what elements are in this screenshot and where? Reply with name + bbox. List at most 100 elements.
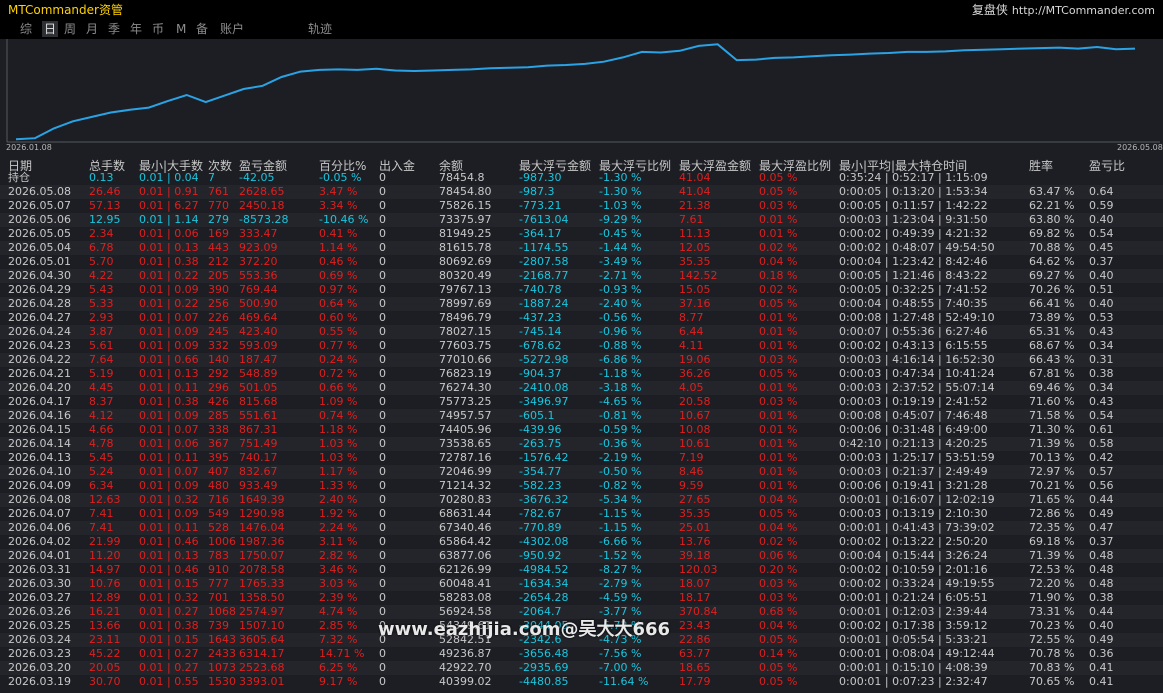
table-row[interactable]: 2026.05.06 12.95 0.01 | 1.14 279 -8573.28 -10… bbox=[0, 213, 1163, 227]
cell-maxloss-pct: -3.49 % bbox=[599, 255, 642, 268]
cell-balance: 72046.99 bbox=[439, 465, 492, 478]
cell-maxgain-pct: 0.03 % bbox=[759, 353, 798, 366]
table-row[interactable]: 2026.04.16 4.12 0.01 | 0.09 285 551.61 0.74 %… bbox=[0, 409, 1163, 423]
table-row[interactable]: 2026.04.21 5.19 0.01 | 0.13 292 548.89 0.72 %… bbox=[0, 367, 1163, 381]
cell-maxloss: -4302.08 bbox=[519, 535, 569, 548]
table-row[interactable]: 2026.04.27 2.93 0.01 | 0.07 226 469.64 0.60 %… bbox=[0, 311, 1163, 325]
tab-0[interactable]: 综 bbox=[20, 21, 32, 37]
cell-pct: 1.03 % bbox=[319, 437, 358, 450]
cell-maxgain: 41.04 bbox=[679, 185, 711, 198]
table-row[interactable]: 2026.04.06 7.41 0.01 | 0.11 528 1476.04 2.24 … bbox=[0, 521, 1163, 535]
cell-maxgain: 27.65 bbox=[679, 493, 711, 506]
cell-maxloss: -2654.28 bbox=[519, 591, 569, 604]
cell-maxgain: 36.26 bbox=[679, 367, 711, 380]
table-row[interactable]: 2026.04.23 5.61 0.01 | 0.09 332 593.09 0.77 %… bbox=[0, 339, 1163, 353]
cell-balance: 74405.96 bbox=[439, 423, 492, 436]
row-date: 2026.05.05 bbox=[8, 227, 71, 240]
table-row[interactable]: 2026.04.24 3.87 0.01 | 0.09 245 423.40 0.55 %… bbox=[0, 325, 1163, 339]
cell-maxgain-pct: 0.01 % bbox=[759, 465, 798, 478]
site-url[interactable]: http://MTCommander.com bbox=[1012, 4, 1155, 17]
table-row[interactable]: 2026.03.31 14.97 0.01 | 0.46 910 2078.58 3.46… bbox=[0, 563, 1163, 577]
cell-pnl: 2450.18 bbox=[239, 199, 285, 212]
table-row[interactable]: 2026.04.09 6.34 0.01 | 0.09 480 933.49 1.33 %… bbox=[0, 479, 1163, 493]
table-row[interactable]: 2026.04.07 7.41 0.01 | 0.09 549 1290.98 1.92 … bbox=[0, 507, 1163, 521]
table-row[interactable]: 2026.04.22 7.64 0.01 | 0.66 140 187.47 0.24 %… bbox=[0, 353, 1163, 367]
cell-minmax: 0.01 | 0.55 bbox=[139, 675, 199, 688]
cell-balance: 76274.30 bbox=[439, 381, 492, 394]
site-link[interactable]: 复盘侠 http://MTCommander.com bbox=[972, 1, 1155, 18]
cell-pnl: 593.09 bbox=[239, 339, 278, 352]
tab-3[interactable]: 月 bbox=[86, 21, 98, 37]
cell-hold: 0:00:03 | 4:16:14 | 16:52:30 bbox=[839, 353, 995, 366]
cell-hold: 0:00:01 | 0:05:54 | 5:33:21 bbox=[839, 633, 988, 646]
cell-minmax: 0.01 | 6.27 bbox=[139, 199, 199, 212]
cell-lots: 7.41 bbox=[89, 507, 114, 520]
cell-hold: 0:42:10 | 0:21:13 | 4:20:25 bbox=[839, 437, 988, 450]
cell-lots: 23.11 bbox=[89, 633, 121, 646]
table-row[interactable]: 2026.03.27 12.89 0.01 | 0.32 701 1358.50 2.39… bbox=[0, 591, 1163, 605]
table-row[interactable]: 2026.03.19 30.70 0.01 | 0.55 1530 3393.01 9.1… bbox=[0, 675, 1163, 689]
cell-maxgain: 13.76 bbox=[679, 535, 711, 548]
table-row[interactable]: 2026.04.17 8.37 0.01 | 0.38 426 815.68 1.09 %… bbox=[0, 395, 1163, 409]
tab-10[interactable]: 轨迹 bbox=[308, 21, 332, 37]
cell-minmax: 0.01 | 0.11 bbox=[139, 521, 199, 534]
cell-count: 205 bbox=[208, 269, 229, 282]
table-row[interactable]: 2026.04.10 5.24 0.01 | 0.07 407 832.67 1.17 %… bbox=[0, 465, 1163, 479]
table-row[interactable]: 2026.05.05 2.34 0.01 | 0.06 169 333.47 0.41 %… bbox=[0, 227, 1163, 241]
cell-minmax: 0.01 | 0.13 bbox=[139, 367, 199, 380]
tab-2[interactable]: 周 bbox=[64, 21, 76, 37]
cell-pl-ratio: 0.42 bbox=[1089, 451, 1114, 464]
tab-6[interactable]: 币 bbox=[152, 21, 164, 37]
cell-lots: 5.70 bbox=[89, 255, 114, 268]
cell-count: 1006 bbox=[208, 535, 236, 548]
cell-io: 0 bbox=[379, 199, 386, 212]
cell-pct: 0.64 % bbox=[319, 297, 358, 310]
table-row[interactable]: 2026.05.01 5.70 0.01 | 0.38 212 372.20 0.46 %… bbox=[0, 255, 1163, 269]
cell-pnl: 867.31 bbox=[239, 423, 278, 436]
row-date: 2026.03.26 bbox=[8, 605, 71, 618]
cell-hold: 0:00:03 | 2:37:52 | 55:07:14 bbox=[839, 381, 995, 394]
row-date: 2026.03.19 bbox=[8, 675, 71, 688]
table-row[interactable]: 2026.05.08 26.46 0.01 | 0.91 761 2628.65 3.47… bbox=[0, 185, 1163, 199]
table-row[interactable]: 2026.04.02 21.99 0.01 | 0.46 1006 1987.36 3.1… bbox=[0, 535, 1163, 549]
tab-5[interactable]: 年 bbox=[130, 21, 142, 37]
tab-9[interactable]: 账户 bbox=[220, 21, 244, 37]
row-date: 2026.04.20 bbox=[8, 381, 71, 394]
cell-pl-ratio: 0.34 bbox=[1089, 381, 1114, 394]
position-row[interactable]: 持仓 0.13 0.01 | 0.04 7 -42.05 -0.05 % 0 78454.8 -… bbox=[0, 171, 1163, 185]
table-row[interactable]: 2026.04.14 4.78 0.01 | 0.06 367 751.49 1.03 %… bbox=[0, 437, 1163, 451]
cell-pnl: 548.89 bbox=[239, 367, 278, 380]
table-row[interactable]: 2026.03.23 45.22 0.01 | 0.27 2433 6314.17 14.… bbox=[0, 647, 1163, 661]
cell-lots: 5.43 bbox=[89, 283, 114, 296]
table-row[interactable]: 2026.04.28 5.33 0.01 | 0.22 256 500.90 0.64 %… bbox=[0, 297, 1163, 311]
table-row[interactable]: 2026.04.15 4.66 0.01 | 0.07 338 867.31 1.18 %… bbox=[0, 423, 1163, 437]
cell-maxloss-pct: -0.50 % bbox=[599, 465, 642, 478]
row-date: 2026.04.24 bbox=[8, 325, 71, 338]
tab-8[interactable]: 备 bbox=[196, 21, 208, 37]
table-row[interactable]: 2026.03.20 20.05 0.01 | 0.27 1073 2523.68 6.2… bbox=[0, 661, 1163, 675]
cell-io: 0 bbox=[379, 577, 386, 590]
cell-lots: 7.41 bbox=[89, 521, 114, 534]
cell-pl-ratio: 0.40 bbox=[1089, 213, 1114, 226]
cell-minmax: 0.01 | 0.66 bbox=[139, 353, 199, 366]
table-row[interactable]: 2026.03.30 10.76 0.01 | 0.15 777 1765.33 3.03… bbox=[0, 577, 1163, 591]
table-row[interactable]: 2026.05.07 57.13 0.01 | 6.27 770 2450.18 3.34… bbox=[0, 199, 1163, 213]
table-row[interactable]: 2026.04.30 4.22 0.01 | 0.22 205 553.36 0.69 %… bbox=[0, 269, 1163, 283]
cell-pnl: 933.49 bbox=[239, 479, 278, 492]
cell-maxgain: 23.43 bbox=[679, 619, 711, 632]
cell-winrate: 70.26 % bbox=[1029, 283, 1075, 296]
table-row[interactable]: 2026.05.04 6.78 0.01 | 0.13 443 923.09 1.14 %… bbox=[0, 241, 1163, 255]
table-row[interactable]: 2026.04.13 5.45 0.01 | 0.11 395 740.17 1.03 %… bbox=[0, 451, 1163, 465]
cell-pl-ratio: 0.44 bbox=[1089, 493, 1114, 506]
cell-io: 0 bbox=[379, 409, 386, 422]
cell-count: 212 bbox=[208, 255, 229, 268]
cell-io: 0 bbox=[379, 381, 386, 394]
table-row[interactable]: 2026.04.29 5.43 0.01 | 0.09 390 769.44 0.97 %… bbox=[0, 283, 1163, 297]
table-row[interactable]: 2026.04.08 12.63 0.01 | 0.32 716 1649.39 2.40… bbox=[0, 493, 1163, 507]
table-row[interactable]: 2026.04.01 11.20 0.01 | 0.13 783 1750.07 2.82… bbox=[0, 549, 1163, 563]
cell-pl-ratio: 0.38 bbox=[1089, 591, 1114, 604]
tab-4[interactable]: 季 bbox=[108, 21, 120, 37]
tab-1[interactable]: 日 bbox=[42, 21, 59, 37]
table-row[interactable]: 2026.04.20 4.45 0.01 | 0.11 296 501.05 0.66 %… bbox=[0, 381, 1163, 395]
tab-7[interactable]: M bbox=[176, 21, 186, 37]
